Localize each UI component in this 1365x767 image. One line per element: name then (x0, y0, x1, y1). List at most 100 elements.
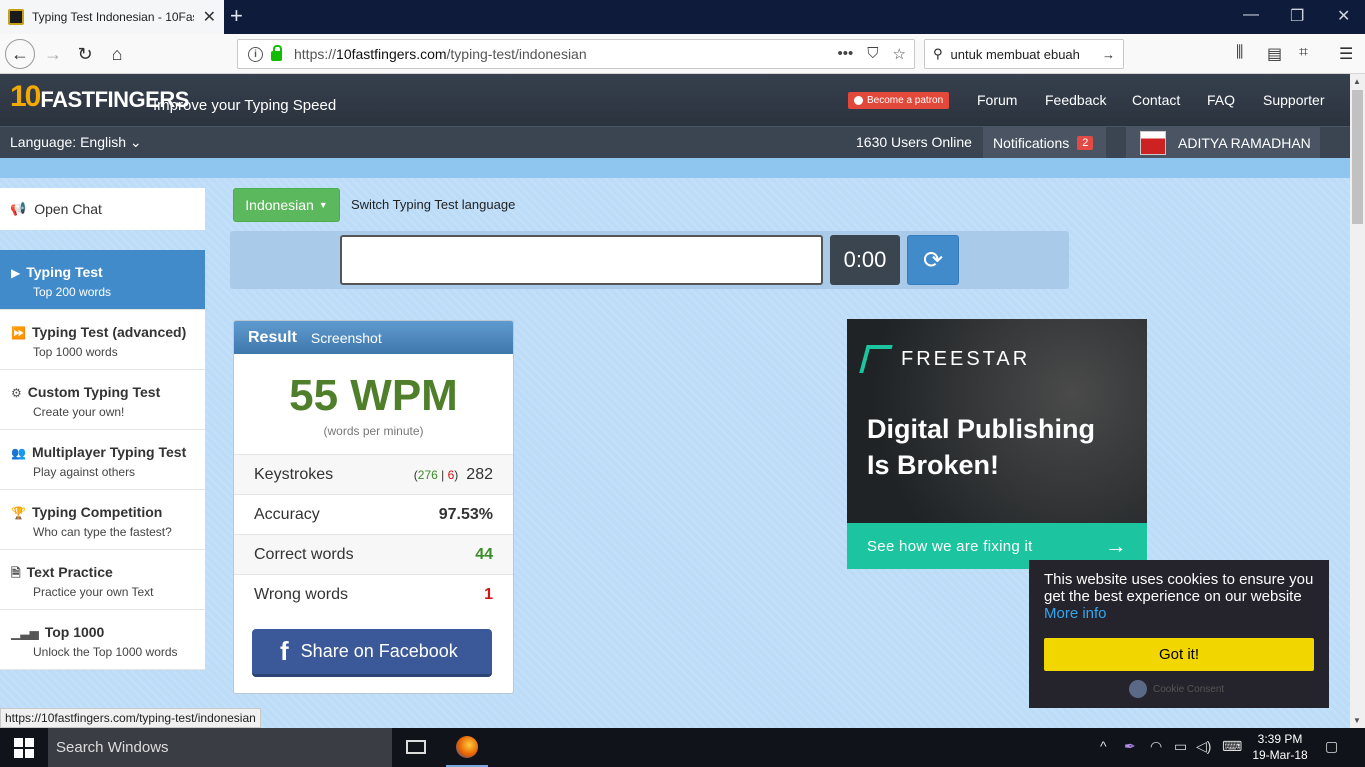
share-facebook-button[interactable]: f Share on Facebook (252, 629, 492, 677)
cookie-accept-button[interactable]: Got it! (1044, 638, 1314, 671)
scrollbar-thumb[interactable] (1352, 90, 1363, 224)
sidebar-item-custom-test[interactable]: ⚙ Custom Typing Test Create your own! (0, 370, 205, 430)
taskbar-firefox[interactable] (446, 728, 488, 767)
wpm-value: 55 WPM (289, 371, 458, 420)
search-go-icon[interactable]: → (1102, 47, 1115, 62)
search-icon: ⚲ (933, 46, 943, 61)
timer: 0:00 (830, 235, 900, 285)
site-info-icon[interactable]: i (248, 46, 263, 62)
signal-icon: ▁▃▅ (11, 626, 39, 640)
wpm-subtitle: (words per minute) (323, 424, 424, 438)
cookie-banner: This website uses cookies to ensure you … (1029, 560, 1329, 708)
sidebar-toggle-icon[interactable]: ▤ (1267, 44, 1282, 64)
language-dropdown-button[interactable]: Indonesian ▼ (233, 188, 340, 222)
reload-button[interactable]: ↻ (72, 41, 98, 67)
cookie-consent-brand[interactable]: Cookie Consent (1129, 680, 1224, 698)
scroll-up-icon[interactable]: ▲ (1353, 77, 1361, 86)
avatar (1140, 130, 1166, 155)
address-bar[interactable]: i https://10fastfingers.com/typing-test/… (237, 39, 915, 69)
keystrokes-total: 282 (466, 465, 493, 483)
wifi-icon[interactable]: ◠ (1150, 738, 1162, 755)
search-bar[interactable]: ⚲ untuk membuat ebuah → (924, 39, 1124, 69)
home-button[interactable]: ⌂ (104, 41, 130, 67)
users-online: 1630 Users Online (856, 134, 972, 150)
tab-title: Typing Test Indonesian - 10Fast (32, 10, 194, 24)
browser-tab[interactable]: Typing Test Indonesian - 10Fast ✕ (0, 0, 224, 34)
user-menu[interactable]: ADITYA RAMADHAN (1126, 127, 1320, 158)
freestar-ad[interactable]: FREESTAR Digital Publishing Is Broken! S… (847, 319, 1147, 569)
nav-supporter[interactable]: Supporter (1263, 92, 1324, 108)
search-input[interactable]: untuk membuat ebuah (951, 47, 1102, 62)
keystrokes-correct: 276 (417, 467, 438, 482)
sidebar-item-typing-test[interactable]: ▶ Typing Test Top 200 words (0, 250, 205, 310)
language-selector[interactable]: Language: English ⌄ (10, 134, 142, 151)
bookmark-star-icon[interactable]: ☆ (893, 45, 906, 63)
open-chat-button[interactable]: 📢 Open Chat (0, 188, 205, 230)
header-strip (0, 158, 1350, 178)
volume-icon[interactable]: ◁) (1196, 738, 1211, 755)
taskbar-search[interactable]: Search Windows (48, 728, 392, 767)
start-button[interactable] (14, 738, 34, 758)
play-icon: ▶ (11, 266, 21, 280)
sidebar-item-competition[interactable]: 🏆 Typing Competition Who can type the fas… (0, 490, 205, 550)
new-tab-button[interactable]: + (230, 4, 243, 28)
site-tagline: Improve your Typing Speed (153, 97, 337, 114)
status-url: https://10fastfingers.com/typing-test/in… (0, 708, 261, 728)
keystrokes-row: Keystrokes (276 | 6) 282 (234, 454, 513, 494)
firefox-icon (456, 735, 478, 758)
nav-forum[interactable]: Forum (977, 92, 1017, 108)
battery-icon[interactable]: ▭ (1174, 738, 1187, 755)
document-icon: 🗎 (11, 566, 21, 580)
screenshot-crop-icon[interactable]: ⌗ (1299, 44, 1308, 62)
caret-down-icon: ▼ (318, 200, 328, 210)
keystrokes-wrong: 6 (447, 467, 455, 482)
sidebar-item-typing-test-advanced[interactable]: ⏩ Typing Test (advanced) Top 1000 words (0, 310, 205, 370)
task-view-icon[interactable] (406, 740, 426, 754)
typing-input[interactable] (340, 235, 823, 285)
result-header: Result Screenshot (234, 321, 513, 354)
sidebar-item-text-practice[interactable]: 🗎 Text Practice Practice your own Text (0, 550, 205, 610)
screenshot-link[interactable]: Screenshot (311, 330, 382, 346)
pocket-icon[interactable]: ⛉ (867, 45, 878, 63)
page-scrollbar[interactable]: ▲ ▼ (1350, 74, 1365, 728)
nav-feedback[interactable]: Feedback (1045, 92, 1106, 108)
freestar-brand: FREESTAR (859, 345, 1030, 373)
accuracy-row: Accuracy 97.53% (234, 494, 513, 534)
browser-titlebar: Typing Test Indonesian - 10Fast ✕ + — ❐ … (0, 0, 1365, 34)
restart-button[interactable]: ⟳ (907, 235, 959, 285)
tray-expand-icon[interactable]: ^ (1100, 738, 1107, 754)
freestar-logo-icon (859, 345, 893, 373)
typing-input-row: 0:00 ⟳ (230, 231, 1069, 289)
windows-taskbar: Search Windows ^ ✒ ◠ ▭ ◁) ⌨ 3:39 PM 19-M… (0, 728, 1365, 767)
nav-contact[interactable]: Contact (1132, 92, 1180, 108)
fast-forward-icon: ⏩ (11, 326, 26, 340)
sidebar-item-multiplayer[interactable]: 👥 Multiplayer Typing Test Play against ot… (0, 430, 205, 490)
action-center-icon[interactable]: ▢ (1325, 738, 1338, 755)
switch-language-label: Switch Typing Test language (351, 197, 516, 212)
page-actions-icon[interactable]: ••• (838, 45, 854, 63)
minimize-icon[interactable]: — (1243, 6, 1259, 24)
chevron-down-icon: ⌄ (129, 134, 142, 150)
sidebar-item-top-1000[interactable]: ▁▃▅ Top 1000 Unlock the Top 1000 words (0, 610, 205, 670)
lock-icon[interactable] (271, 45, 282, 61)
nav-faq[interactable]: FAQ (1207, 92, 1235, 108)
pen-icon[interactable]: ✒ (1124, 738, 1136, 755)
become-patron-button[interactable]: Become a patron (848, 92, 950, 109)
forward-button[interactable]: → (40, 41, 66, 67)
notifications-button[interactable]: Notifications 2 (983, 127, 1106, 158)
menu-icon[interactable]: ☰ (1339, 44, 1353, 64)
ad-headline: Digital Publishing Is Broken! (867, 414, 1095, 480)
restore-icon[interactable]: ❐ (1290, 6, 1304, 26)
tab-close-icon[interactable]: ✕ (203, 7, 216, 27)
window-close-icon[interactable]: ✕ (1337, 6, 1350, 26)
cookie-consent-icon (1129, 680, 1147, 698)
correct-words-row: Correct words 44 (234, 534, 513, 574)
library-icon[interactable]: ⫼ (1236, 44, 1243, 62)
megaphone-icon: 📢 (10, 201, 27, 216)
taskbar-clock[interactable]: 3:39 PM 19-Mar-18 (1245, 731, 1315, 763)
keyboard-icon[interactable]: ⌨ (1222, 738, 1242, 755)
user-name: ADITYA RAMADHAN (1178, 134, 1311, 151)
scroll-down-icon[interactable]: ▼ (1353, 716, 1361, 725)
back-button[interactable]: ← (5, 39, 35, 69)
more-info-link[interactable]: More info (1044, 605, 1107, 622)
